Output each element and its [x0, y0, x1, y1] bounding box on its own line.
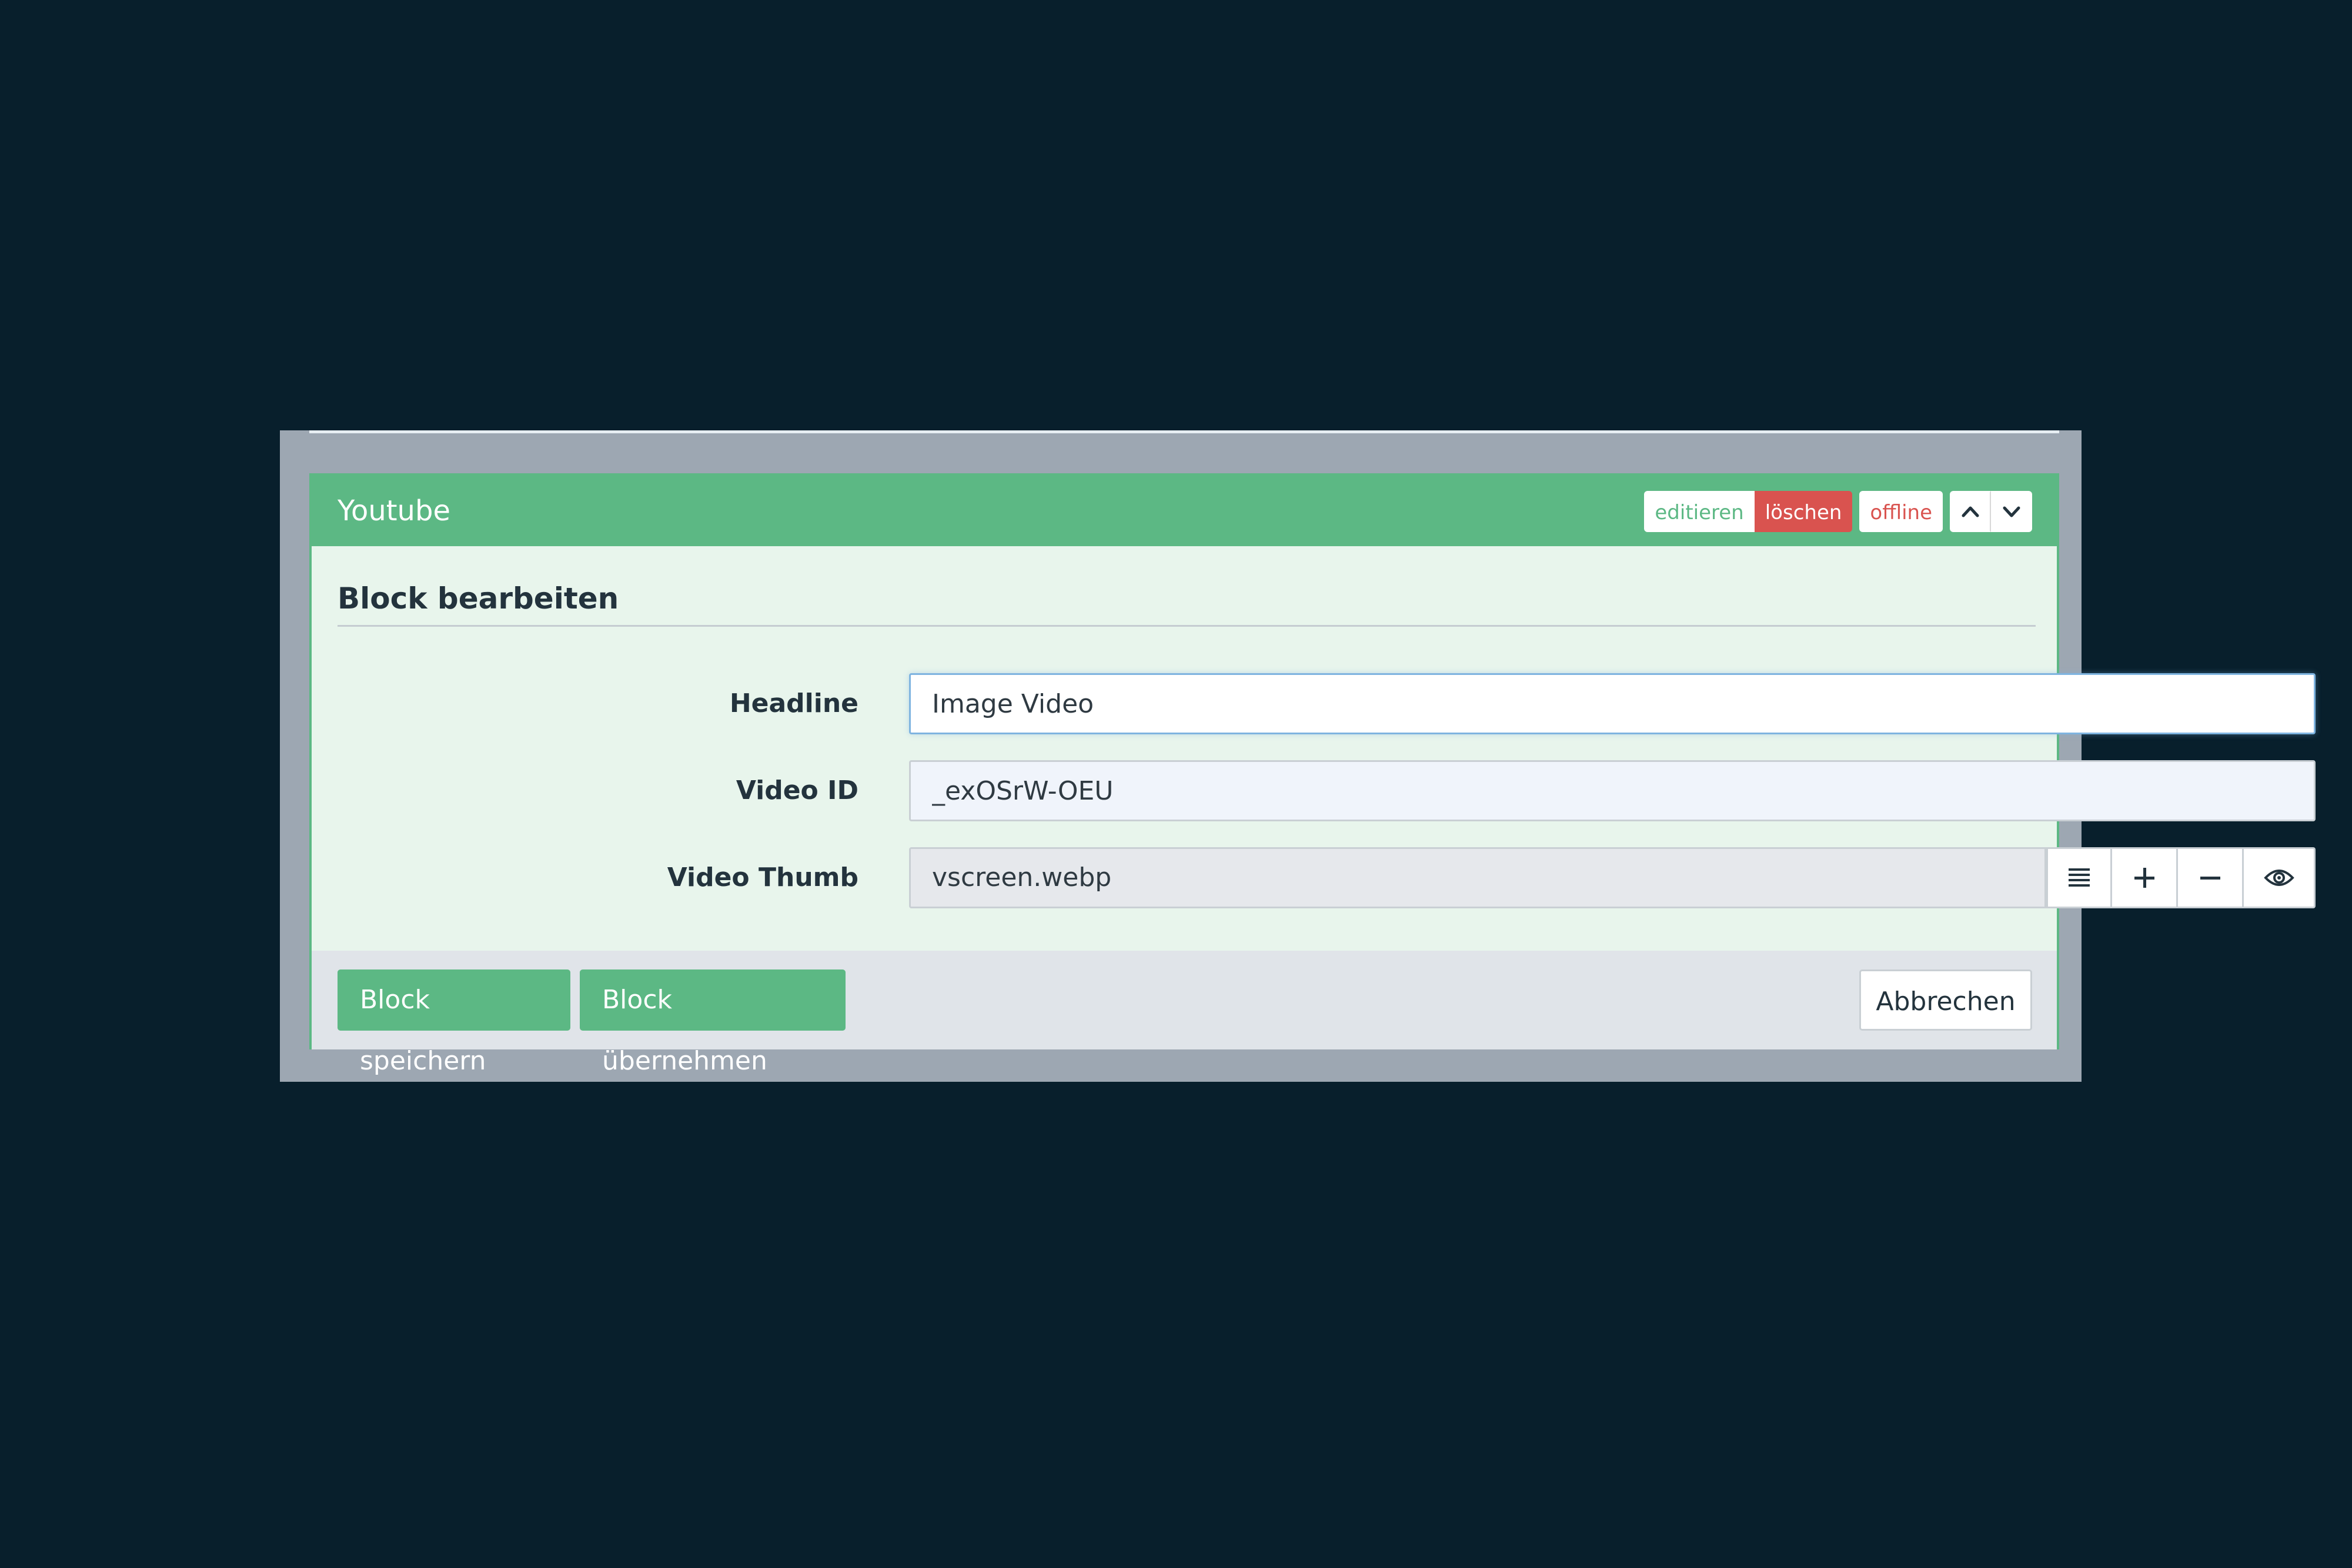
video-thumb-row: Video Thumb vscreen.webp	[312, 847, 2316, 908]
delete-button[interactable]: löschen	[1754, 491, 1853, 532]
media-view-button[interactable]	[2244, 847, 2316, 908]
block-panel: Youtube editieren löschen offline Block …	[309, 473, 2316, 1076]
panel-title: Youtube	[338, 494, 450, 527]
video-id-row: Video ID	[312, 760, 2316, 821]
media-remove-button[interactable]	[2178, 847, 2244, 908]
media-list-button[interactable]	[2046, 847, 2112, 908]
media-add-button[interactable]	[2112, 847, 2178, 908]
list-icon	[2069, 868, 2090, 887]
headline-row: Headline	[312, 673, 2316, 734]
plus-icon	[2134, 868, 2154, 888]
section-title: Block bearbeiten	[338, 581, 619, 616]
divider	[309, 430, 2059, 433]
video-id-label: Video ID	[736, 775, 858, 805]
move-down-button[interactable]	[1991, 491, 2032, 532]
cancel-button[interactable]: Abbrechen	[1859, 969, 2032, 1031]
headline-label: Headline	[729, 688, 858, 718]
video-thumb-label: Video Thumb	[667, 862, 858, 892]
panel-footer: Block speichern Block übernehmen Abbrech…	[312, 951, 2057, 1076]
section-divider	[338, 625, 2036, 627]
apply-block-button[interactable]: Block übernehmen	[580, 969, 846, 1076]
headline-input[interactable]	[909, 673, 2316, 734]
move-up-button[interactable]	[1950, 491, 1991, 532]
edit-button[interactable]: editieren	[1644, 491, 1755, 532]
modal-backdrop-frame: Youtube editieren löschen offline Block …	[280, 430, 2316, 1082]
media-button-group	[2046, 847, 2316, 908]
offline-button[interactable]: offline	[1859, 491, 1943, 532]
video-thumb-field[interactable]: vscreen.webp	[909, 847, 2046, 908]
minus-icon	[2200, 877, 2220, 880]
chevron-down-icon	[2003, 506, 2020, 517]
header-button-group: editieren löschen offline	[1644, 491, 2032, 532]
panel-header: Youtube editieren löschen offline	[312, 476, 2057, 546]
save-block-button[interactable]: Block speichern	[338, 969, 570, 1076]
chevron-up-icon	[1962, 506, 1979, 517]
video-id-input[interactable]	[909, 760, 2316, 821]
eye-icon	[2263, 870, 2294, 886]
